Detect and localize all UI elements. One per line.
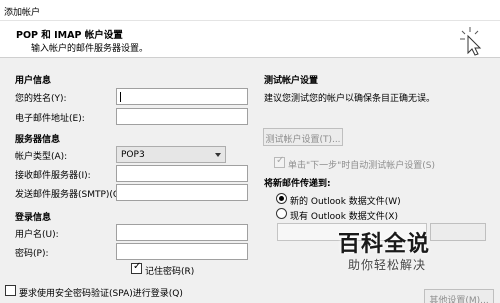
spa-checkbox[interactable] [5,285,16,296]
outgoing-server-label: 发送邮件服务器(SMTP)(O): [15,190,127,200]
new-data-file-label[interactable]: 新的 Outlook 数据文件(W) [290,194,401,207]
name-input[interactable] [116,88,248,105]
chevron-down-icon [215,153,221,157]
username-label: 用户名(U): [15,230,59,240]
name-label: 您的姓名(Y): [15,94,67,104]
account-type-value: POP3 [121,150,145,160]
header-subtitle: 输入帐户的邮件服务器设置。 [31,44,149,54]
existing-data-file-radio[interactable] [276,208,287,219]
user-info-heading: 用户信息 [15,76,52,86]
deliver-to-heading: 将新邮件传递到: [264,179,331,189]
test-account-button[interactable]: 测试帐户设置(T)... [263,128,343,146]
account-type-label: 帐户类型(A): [15,152,68,162]
more-settings-button[interactable]: 其他设置(M)... [424,289,494,303]
header-title: POP 和 IMAP 帐户设置 [16,30,123,41]
server-info-heading: 服务器信息 [15,135,61,145]
account-type-select[interactable]: POP3 [116,146,226,163]
password-input[interactable] [116,243,248,260]
existing-data-file-label[interactable]: 现有 Outlook 数据文件(X) [290,209,398,222]
auto-test-checkbox[interactable] [274,155,285,168]
incoming-server-label: 接收邮件服务器(I): [15,171,91,181]
test-description: 建议您测试您的帐户以确保条目正确无误。 [264,94,436,104]
watermark: 百科全说 助你轻松解决 [338,226,468,278]
auto-test-label[interactable]: 单击"下一步"时自动测试帐户设置(S) [288,158,435,171]
remember-password-label[interactable]: 记住密码(R) [145,264,194,277]
watermark-subtitle: 助你轻松解决 [348,258,427,272]
email-input[interactable] [116,108,248,125]
incoming-server-input[interactable] [116,165,248,182]
new-data-file-radio[interactable] [276,193,287,204]
cursor-click-icon [460,27,482,56]
test-settings-heading: 测试帐户设置 [264,76,319,86]
password-label: 密码(P): [15,249,49,259]
email-label: 电子邮件地址(E): [15,114,85,124]
window-title: 添加帐户 [4,8,41,18]
title-bar: 添加帐户 [0,0,500,21]
spa-label[interactable]: 要求使用安全密码验证(SPA)进行登录(Q) [19,286,183,299]
dialog-header: POP 和 IMAP 帐户设置 输入帐户的邮件服务器设置。 [0,21,500,58]
watermark-logo: 百科全说 [338,232,431,257]
outgoing-server-input[interactable] [116,184,248,201]
remember-password-checkbox[interactable] [131,261,142,274]
login-info-heading: 登录信息 [15,213,52,223]
username-input[interactable] [116,224,248,241]
